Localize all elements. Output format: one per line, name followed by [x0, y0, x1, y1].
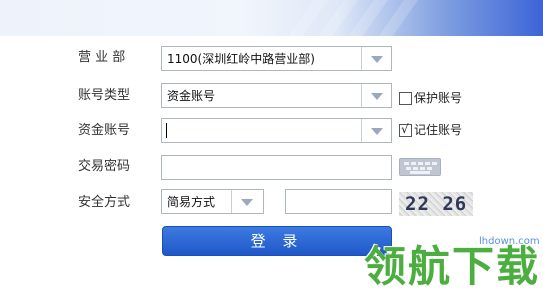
- top-banner: [0, 0, 543, 36]
- chevron-down-icon: [241, 199, 253, 206]
- chevron-down-icon: [371, 93, 383, 100]
- remember-account-checkbox[interactable]: √: [399, 122, 412, 137]
- protect-account-label: 保护账号: [414, 91, 463, 105]
- captcha-input[interactable]: [285, 189, 392, 214]
- login-button[interactable]: 登 录: [162, 226, 392, 256]
- chevron-down-icon: [371, 128, 383, 135]
- protect-account-checkbox[interactable]: [399, 92, 412, 105]
- account-type-select-value: 资金账号: [167, 89, 216, 103]
- security-mode-select[interactable]: 简易方式: [161, 189, 264, 214]
- security-mode-dropdown-button[interactable]: [231, 190, 263, 213]
- account-type-dropdown-button[interactable]: [361, 84, 391, 107]
- check-mark-icon: √: [401, 122, 409, 136]
- text-caret: [166, 123, 167, 138]
- watermark-logo-text: 领航下载: [364, 242, 541, 291]
- branch-dropdown-button[interactable]: [361, 47, 391, 70]
- account-type-select[interactable]: 资金账号: [161, 83, 392, 108]
- fund-account-label: 资金账号: [78, 123, 131, 138]
- remember-account-label: 记住账号: [414, 123, 463, 137]
- account-type-label: 账号类型: [78, 88, 131, 103]
- security-mode-select-value: 简易方式: [167, 195, 216, 209]
- branch-select-value: 1100(深圳红岭中路营业部): [167, 52, 315, 66]
- branch-select[interactable]: 1100(深圳红岭中路营业部): [161, 46, 392, 71]
- password-input[interactable]: [161, 155, 392, 180]
- captcha-image[interactable]: 22 26: [399, 192, 473, 216]
- password-label: 交易密码: [78, 159, 131, 174]
- fund-account-dropdown-button[interactable]: [361, 119, 391, 142]
- fund-account-combo[interactable]: [161, 118, 392, 143]
- branch-label: 营 业 部: [78, 50, 126, 65]
- security-mode-label: 安全方式: [78, 195, 131, 210]
- keyboard-icon[interactable]: [399, 158, 441, 176]
- chevron-down-icon: [371, 56, 383, 63]
